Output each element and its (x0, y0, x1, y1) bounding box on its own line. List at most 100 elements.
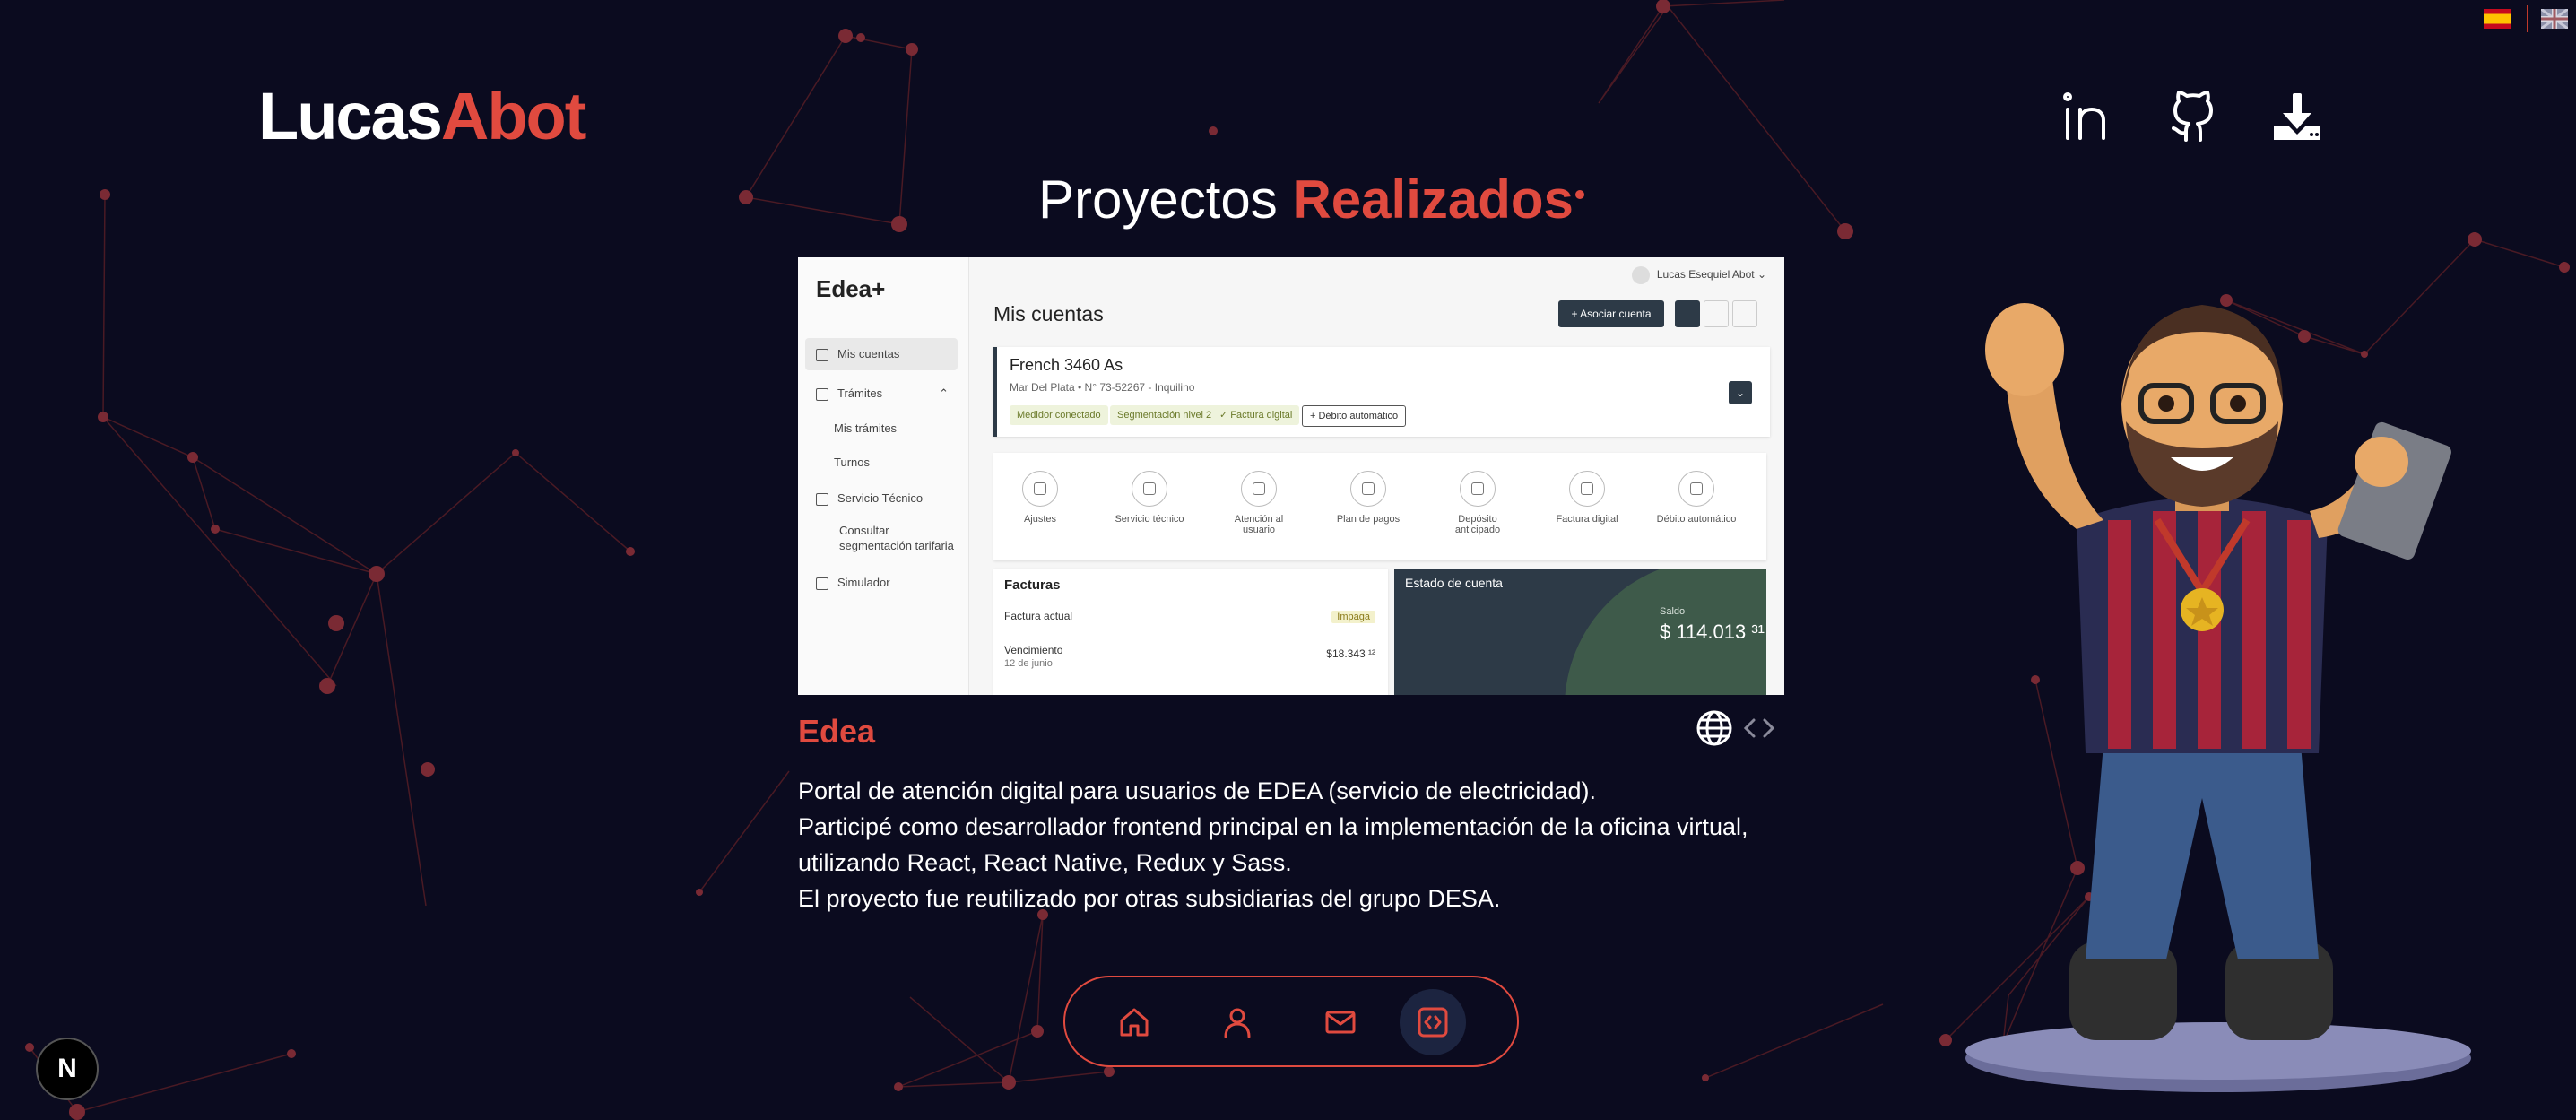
screenshot-nav-item: Simulador (805, 571, 958, 595)
service-item: Débito automático (1656, 471, 1737, 525)
invoice-icon (1569, 471, 1605, 507)
screenshot-services: Ajustes Servicio técnico Atención al usu… (993, 453, 1766, 560)
vencimiento-amount: $18.343 ¹² (1326, 647, 1375, 660)
screenshot-nav-label: Trámites (837, 386, 883, 400)
card-icon (1678, 471, 1714, 507)
screenshot-brand: Edea+ (816, 275, 886, 302)
screenshot-facturas: Facturas Factura actual Impaga Vencimien… (993, 569, 1388, 695)
section-title: Proyectos Realizados (1038, 169, 1584, 231)
avatar-illustration (1965, 303, 2471, 1092)
title-dot (1574, 190, 1584, 199)
service-label: Depósito anticipado (1454, 514, 1501, 535)
bolt-icon (816, 577, 828, 590)
deposit-icon (1460, 471, 1496, 507)
screenshot-page-title: Mis cuentas (993, 302, 1104, 326)
code-icon (1418, 1007, 1448, 1038)
screenshot-user-name: Lucas Esequiel Abot (1656, 268, 1755, 282)
screenshot-nav-label: Mis cuentas (837, 347, 900, 360)
screenshot-nav-label: Consultar segmentación tarifaria (839, 524, 954, 552)
truck-icon (816, 492, 828, 506)
service-label: Atención al usuario (1234, 514, 1284, 535)
screenshot-estado: Estado de cuenta Saldo $ 114.013 ³¹ (1394, 569, 1766, 695)
project-name: Edea (798, 713, 876, 750)
service-label: Factura digital (1556, 514, 1618, 525)
site-logo[interactable]: LucasAbot (258, 79, 586, 153)
nav-about-button[interactable] (1204, 989, 1271, 1055)
section-title-white: Proyectos (1038, 169, 1278, 230)
service-item: Plan de pagos (1328, 471, 1409, 525)
truck-icon (1132, 471, 1167, 507)
chevron-left-icon[interactable] (1743, 718, 1756, 738)
service-label: Servicio técnico (1115, 514, 1184, 525)
facturas-title: Facturas (1004, 577, 1061, 593)
estado-title: Estado de cuenta (1405, 576, 1503, 590)
globe-icon[interactable] (1696, 710, 1732, 746)
screenshot-sidebar: Edea+ Mis cuentas Trámites ⌃ Mis trámites… (798, 257, 969, 695)
view-toggle (1704, 300, 1729, 327)
vencimiento-date: 12 de junio (1004, 658, 1053, 669)
linkedin-icon[interactable] (2062, 90, 2116, 143)
chevron-down-icon: ⌄ (1729, 381, 1752, 404)
factura-actual-label: Factura actual (1004, 610, 1073, 622)
description-line: Portal de atención digital para usuarios… (798, 777, 1596, 804)
view-toggle (1732, 300, 1757, 327)
nav-home-button[interactable] (1101, 989, 1167, 1055)
description-line: El proyecto fue reutilizado por otras su… (798, 885, 1501, 912)
user-icon (1224, 1008, 1251, 1038)
project-controls (1696, 708, 1795, 752)
avatar (1631, 266, 1650, 284)
screenshot-nav-label: Turnos (834, 456, 870, 469)
chevron-right-icon[interactable] (1763, 718, 1775, 738)
screenshot-user: Lucas Esequiel Abot ⌄ (1631, 266, 1766, 284)
saldo-value: $ 114.013 ³¹ (1660, 621, 1765, 643)
screenshot-account-card: French 3460 As Mar Del Plata • N° 73-522… (993, 347, 1770, 437)
github-icon[interactable] (2166, 90, 2220, 143)
nav-projects-button[interactable] (1400, 989, 1466, 1055)
account-tag: Segmentación nivel 2 (1110, 405, 1219, 425)
screenshot-nav-item: Mis cuentas (805, 338, 958, 370)
description-line: utilizando React, React Native, Redux y … (798, 849, 1292, 876)
account-tag: ✓ Factura digital (1212, 405, 1300, 425)
service-item: Depósito anticipado (1437, 471, 1518, 535)
vencimiento-label: Vencimiento (1004, 644, 1063, 656)
screenshot-nav-label: Mis trámites (834, 421, 898, 435)
screenshot-assoc-button: + Asociar cuenta (1558, 300, 1664, 327)
saldo-label: Saldo (1660, 606, 1686, 617)
screenshot-nav-item: Trámites ⌃ (805, 381, 958, 406)
service-label: Ajustes (1023, 514, 1057, 525)
headset-icon (1241, 471, 1277, 507)
service-label: Débito automático (1656, 514, 1737, 525)
mail-icon (1325, 1011, 1356, 1034)
service-item: Ajustes (1000, 471, 1080, 525)
screenshot-nav-label: Simulador (837, 576, 890, 589)
chevron-up-icon: ⌃ (939, 386, 949, 400)
home-icon (816, 348, 828, 361)
bottom-navigation (1063, 976, 1519, 1067)
download-icon[interactable] (2270, 90, 2324, 143)
description-line: Participé como desarrollador frontend pr… (798, 813, 1748, 840)
framework-badge[interactable]: N (36, 1038, 99, 1100)
account-subtitle: Mar Del Plata • N° 73-52267 - Inquilino (1010, 381, 1195, 394)
document-icon (816, 387, 828, 401)
project-description: Portal de atención digital para usuarios… (798, 773, 1793, 916)
logo-first-name: Lucas (258, 79, 443, 153)
account-title: French 3460 As (1010, 356, 1123, 374)
nav-contact-button[interactable] (1307, 989, 1374, 1055)
language-separator (2527, 5, 2528, 32)
screenshot-nav-item: Servicio Técnico (805, 487, 958, 510)
wallet-icon (1350, 471, 1386, 507)
section-title-red: Realizados (1292, 169, 1574, 230)
service-item: Servicio técnico (1109, 471, 1190, 525)
project-screenshot: Edea+ Mis cuentas Trámites ⌃ Mis trámites… (798, 257, 1784, 695)
account-tag: + Débito automático (1302, 405, 1407, 427)
home-icon (1120, 1008, 1149, 1037)
service-item: Factura digital (1547, 471, 1627, 525)
screenshot-nav-label: Servicio Técnico (837, 491, 924, 505)
service-item: Atención al usuario (1219, 471, 1299, 535)
view-toggle (1675, 300, 1700, 327)
logo-last-name: Abot (440, 79, 586, 153)
spanish-flag-icon[interactable] (2484, 9, 2511, 29)
english-flag-icon[interactable] (2540, 7, 2569, 30)
account-tag: Medidor conectado (1010, 405, 1108, 425)
gear-icon (1022, 471, 1058, 507)
